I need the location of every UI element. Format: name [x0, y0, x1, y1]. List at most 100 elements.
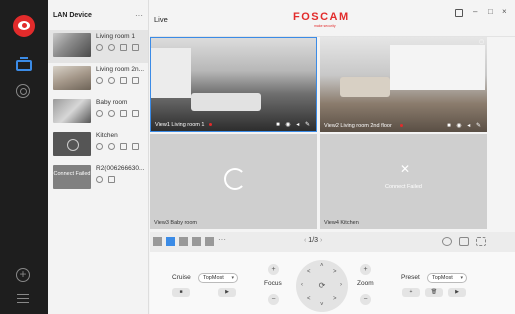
device-actions	[96, 77, 139, 84]
more-options-icon[interactable]: ···	[135, 11, 143, 20]
pan-down-icon[interactable]: ˅	[320, 302, 324, 308]
pager: ‹ 1/3 ›	[304, 237, 322, 244]
add-device-icon[interactable]: +	[16, 268, 30, 282]
view-label: View3 Baby room	[154, 220, 198, 226]
settings-icon[interactable]	[96, 77, 103, 84]
device-name: Kitchen	[96, 132, 118, 139]
zoom-plus-button[interactable]: +	[360, 264, 371, 275]
ptz-direction-pad[interactable]: ˄ ˅ ‹ › ˂ ˃ ˂ ˃ ⟳	[296, 260, 348, 312]
ptz-control-icon[interactable]	[442, 237, 452, 246]
device-name: Living room 1	[96, 33, 136, 40]
focus-minus-button[interactable]: −	[268, 294, 279, 305]
layout-8-icon[interactable]	[192, 237, 201, 246]
file-icon[interactable]	[120, 110, 127, 117]
cruise-select[interactable]: TopMost	[198, 273, 238, 283]
layout-4-icon[interactable]	[166, 237, 175, 246]
scene-sofa	[191, 93, 261, 111]
device-thumbnail	[53, 99, 91, 123]
next-page-button[interactable]: ›	[320, 237, 322, 244]
delete-icon[interactable]	[108, 176, 115, 183]
cruise-stop-button[interactable]: ■	[172, 288, 190, 297]
pan-left-icon[interactable]: ‹	[301, 282, 303, 288]
settings-icon[interactable]	[96, 110, 103, 117]
record-indicator-icon	[209, 123, 212, 126]
view-actions[interactable]: ■ ◉ ◂ ✎	[276, 121, 312, 128]
focus-plus-button[interactable]: +	[268, 264, 279, 275]
lock-icon[interactable]	[455, 9, 463, 17]
video-view-3[interactable]: View3 Baby room	[150, 134, 317, 229]
link-icon[interactable]	[108, 77, 115, 84]
nav-rail: +	[0, 0, 48, 314]
settings-icon[interactable]	[96, 143, 103, 150]
device-item-living-room-1[interactable]: Living room 1	[48, 30, 148, 63]
link-icon[interactable]	[108, 143, 115, 150]
live-view-icon[interactable]	[16, 57, 32, 71]
playback-icon[interactable]	[16, 84, 30, 98]
pan-up-right-icon[interactable]: ˃	[333, 269, 337, 275]
device-list-panel: LAN Device ··· Living room 1 Living room…	[48, 0, 149, 314]
video-view-2[interactable]: ▢ View2 Living room 2nd floor ■ ◉ ◂ ✎	[320, 37, 487, 132]
view-actions[interactable]: ■ ◉ ◂ ✎	[447, 122, 483, 129]
device-item-baby-room[interactable]: Baby room	[48, 96, 148, 129]
delete-icon[interactable]	[132, 143, 139, 150]
file-icon[interactable]	[120, 77, 127, 84]
grid-edge	[488, 37, 515, 230]
loading-spinner-icon	[224, 168, 246, 190]
view-label: View1 Living room 1	[155, 122, 205, 128]
link-icon[interactable]	[108, 110, 115, 117]
link-icon[interactable]	[96, 176, 103, 183]
layout-1-icon[interactable]	[153, 237, 162, 246]
hd-icon: ▢	[479, 39, 484, 45]
prev-page-button[interactable]: ‹	[304, 237, 306, 244]
fullscreen-icon[interactable]	[476, 237, 486, 246]
preset-select[interactable]: TopMost	[427, 273, 467, 283]
header-bar: Live FOSCAM make security – □ ×	[150, 0, 515, 37]
brand-tagline: make security	[314, 24, 336, 28]
pan-up-left-icon[interactable]: ˂	[307, 269, 311, 275]
cruise-play-button[interactable]: ▶	[218, 288, 236, 297]
device-name: Baby room	[96, 99, 128, 106]
settings-icon[interactable]	[96, 44, 103, 51]
device-thumbnail	[53, 132, 91, 156]
auto-rotate-icon[interactable]: ⟳	[316, 280, 328, 292]
focus-label: Focus	[264, 280, 282, 287]
device-name: Living room 2n...	[96, 66, 145, 73]
video-view-1[interactable]: View1 Living room 1 ■ ◉ ◂ ✎	[150, 37, 317, 132]
layout-9-icon[interactable]	[205, 237, 214, 246]
preset-go-button[interactable]: ▶	[448, 288, 466, 297]
device-list-title: LAN Device	[53, 11, 92, 19]
maximize-button[interactable]: □	[488, 7, 493, 16]
minimize-button[interactable]: –	[473, 7, 477, 16]
device-item-kitchen[interactable]: Kitchen	[48, 129, 148, 162]
file-icon[interactable]	[120, 44, 127, 51]
delete-icon[interactable]	[132, 110, 139, 117]
pan-right-icon[interactable]: ›	[340, 282, 342, 288]
more-layouts-icon[interactable]: ···	[218, 235, 226, 244]
zoom-minus-button[interactable]: −	[360, 294, 371, 305]
menu-icon[interactable]	[17, 294, 29, 303]
device-thumbnail	[53, 66, 91, 90]
wifi-off-icon: ✕	[399, 162, 411, 176]
video-view-4[interactable]: ✕ Connect Failed View4 Kitchen	[320, 134, 487, 229]
file-icon[interactable]	[120, 143, 127, 150]
preset-add-button[interactable]: +	[402, 288, 420, 297]
layout-6-icon[interactable]	[179, 237, 188, 246]
close-button[interactable]: ×	[502, 7, 507, 16]
pan-down-left-icon[interactable]: ˂	[307, 296, 311, 302]
device-item-living-room-2[interactable]: Living room 2n...	[48, 63, 148, 96]
delete-icon[interactable]	[132, 44, 139, 51]
preset-delete-button[interactable]: 🗑	[425, 288, 443, 297]
device-thumbnail-failed: Connect Failed	[53, 165, 91, 189]
ptz-control-panel: Cruise TopMost ■ ▶ + Focus − ˄ ˅ ‹ › ˂ ˃…	[150, 252, 515, 314]
view-label: View4 Kitchen	[324, 220, 359, 226]
delete-icon[interactable]	[132, 77, 139, 84]
video-grid: View1 Living room 1 ■ ◉ ◂ ✎ ▢ View2 Livi…	[150, 37, 488, 230]
device-actions	[96, 110, 139, 117]
device-item-r2[interactable]: Connect Failed R2(006266630...	[48, 162, 148, 195]
multi-screen-icon[interactable]	[459, 237, 469, 246]
pan-down-right-icon[interactable]: ˃	[333, 296, 337, 302]
link-icon[interactable]	[108, 44, 115, 51]
device-actions	[96, 143, 139, 150]
pan-up-icon[interactable]: ˄	[320, 263, 324, 269]
page-indicator: 1/3	[308, 237, 319, 244]
